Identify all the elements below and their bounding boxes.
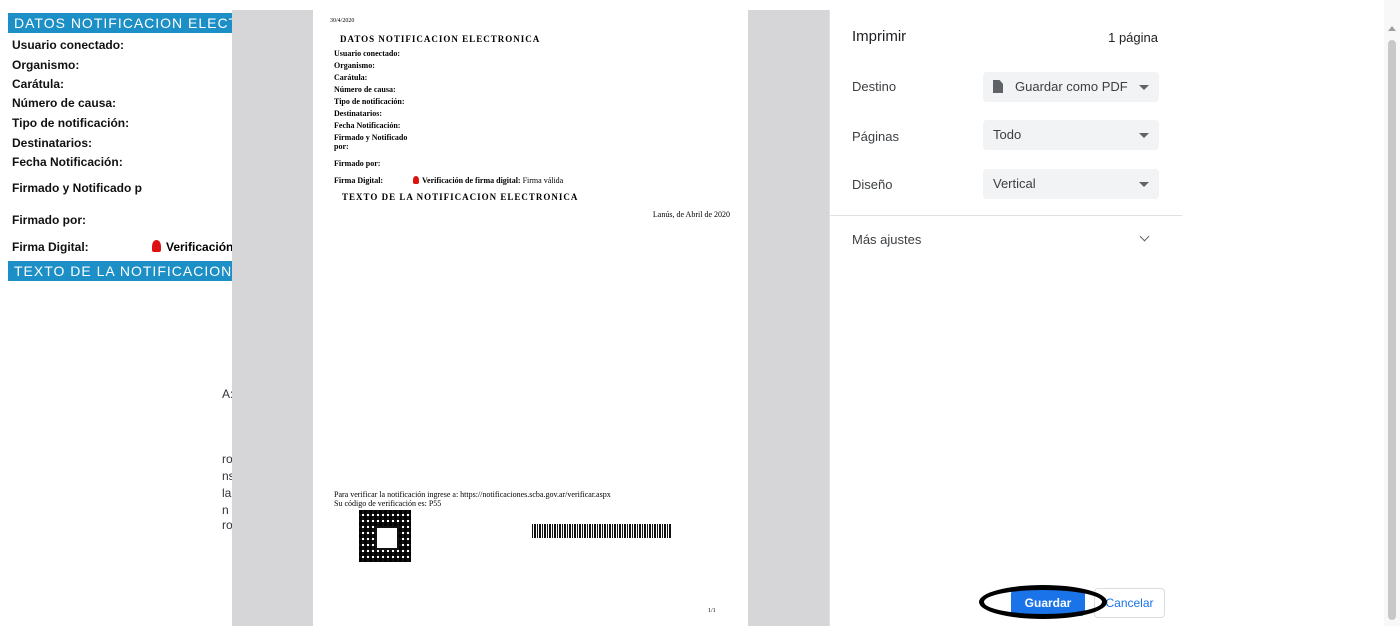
preview-field: Firmado por: (334, 159, 381, 168)
bg-fragment: n (222, 503, 229, 517)
preview-field: Carátula: (334, 73, 368, 82)
preview-field: Número de causa: (334, 85, 396, 94)
bg-verification: Verificación (152, 240, 233, 254)
bg-row-destinatarios: Destinatarios: (12, 136, 93, 150)
bg-row-tipo-notificacion: Tipo de notificación: (12, 116, 130, 130)
preview-date: 30/4/2020 (330, 18, 355, 24)
preview-page-number: 1/1 (708, 608, 716, 614)
bg-row-firmado-por: Firmado por: (12, 213, 86, 227)
preview-code-line: Su código de verificación es: P55 (334, 499, 442, 508)
preview-sheet: 30/4/2020 DATOS NOTIFICACION ELECTRONICA… (313, 10, 748, 626)
preview-firma-verif-label: Verificación de firma digital: (422, 176, 521, 185)
scroll-thumb[interactable] (1388, 40, 1396, 620)
dropdown-arrow-icon (1139, 182, 1149, 187)
preview-field: Organismo: (334, 61, 375, 70)
qr-code (359, 510, 411, 562)
preview-firma-label: Firma Digital: (334, 176, 384, 185)
paginas-label: Páginas (852, 129, 899, 144)
bg-verification-label: Verificación (166, 240, 234, 254)
preview-place-date: Lanús, de Abril de 2020 (652, 210, 730, 219)
cancel-button[interactable]: Cancelar (1094, 588, 1165, 618)
preview-verify-line: Para verificar la notificación ingrese a… (334, 490, 611, 499)
preview-field: Firmado y Notificado (334, 133, 408, 142)
chevron-down-icon[interactable] (1139, 231, 1150, 242)
texto-header: TEXTO DE LA NOTIFICACION ELECTRONICA (8, 261, 236, 281)
print-preview-area: 30/4/2020 DATOS NOTIFICACION ELECTRONICA… (232, 10, 829, 626)
bg-row-firma-digital: Firma Digital: (12, 240, 89, 254)
bg-row-usuario: Usuario conectado: (12, 38, 125, 52)
paginas-select[interactable]: Todo (983, 120, 1159, 150)
bg-row-numero-causa: Número de causa: (12, 96, 117, 110)
panel-divider (830, 215, 1182, 216)
preview-field: por: (334, 142, 349, 151)
scroll-up-arrow-icon[interactable] (1388, 26, 1396, 31)
page-count: 1 página (1108, 30, 1158, 45)
bg-row-organismo: Organismo: (12, 58, 80, 72)
preview-field: Tipo de notificación: (334, 97, 405, 106)
diseno-value: Vertical (993, 176, 1036, 191)
destino-select[interactable]: Guardar como PDF (983, 72, 1159, 102)
diseno-select[interactable]: Vertical (983, 169, 1159, 199)
print-settings-panel: Imprimir 1 página Destino Guardar como P… (829, 10, 1182, 626)
ribbon-icon (413, 176, 419, 184)
bg-fragment: la (222, 486, 232, 500)
barcode (532, 524, 672, 538)
destino-value: Guardar como PDF (1015, 79, 1128, 94)
bg-row-firmado-notificado: Firmado y Notificado p (12, 181, 143, 195)
preview-title: DATOS NOTIFICACION ELECTRONICA (340, 34, 541, 44)
destino-label: Destino (852, 79, 897, 94)
dropdown-arrow-icon (1139, 133, 1149, 138)
page-scrollbar[interactable] (1384, 0, 1400, 626)
document-icon (993, 80, 1003, 93)
diseno-label: Diseño (852, 177, 893, 192)
bg-row-caratula: Carátula: (12, 77, 65, 91)
save-button[interactable]: Guardar (1011, 590, 1085, 616)
preview-texto-title: TEXTO DE LA NOTIFICACION ELECTRONICA (342, 192, 579, 202)
bg-row-fecha-notificacion: Fecha Notificación: (12, 155, 123, 169)
print-title: Imprimir (852, 28, 907, 45)
mas-ajustes-toggle[interactable]: Más ajustes (852, 232, 921, 247)
ribbon-icon (152, 240, 161, 252)
preview-firma-valida: Firma válida (522, 176, 564, 185)
preview-field: Fecha Notificación: (334, 121, 401, 130)
preview-firma-verification: Verificación de firma digital: Firma vál… (413, 176, 563, 185)
paginas-value: Todo (993, 127, 1022, 142)
dropdown-arrow-icon (1139, 85, 1149, 90)
preview-field: Usuario conectado: (334, 49, 400, 58)
preview-field: Destinatarios: (334, 109, 382, 118)
datos-header: DATOS NOTIFICACION ELECTRONICA (8, 13, 236, 33)
